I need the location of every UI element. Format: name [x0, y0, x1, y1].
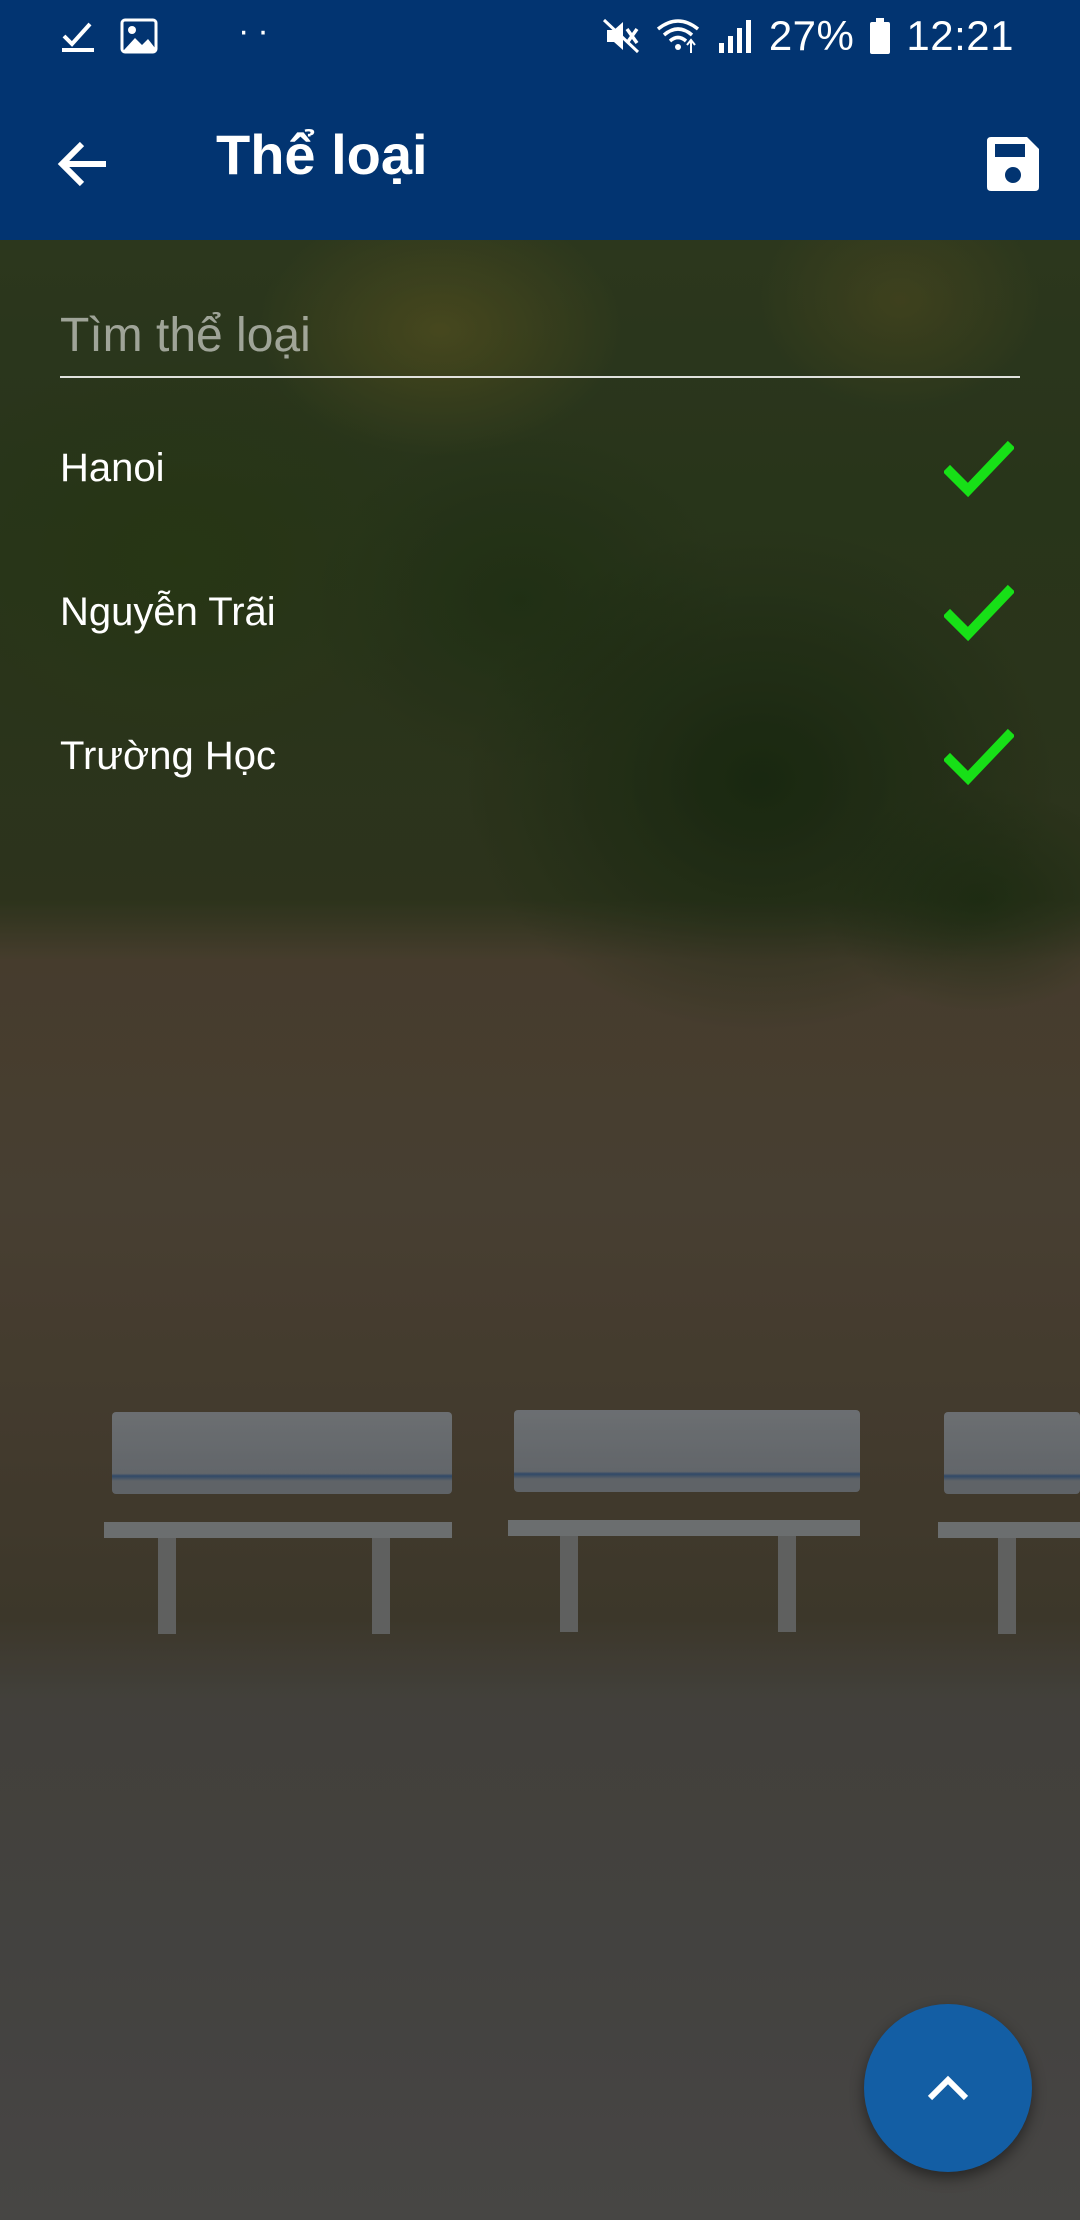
- wifi-icon: [656, 19, 699, 53]
- clock: 12:21: [906, 12, 1014, 59]
- page-title: Thể loại: [216, 123, 428, 186]
- list-item-nguyen-trai[interactable]: Nguyễn Trãi: [0, 544, 1080, 688]
- more-dots-icon: ··: [238, 11, 277, 50]
- check-icon: [944, 584, 1014, 642]
- chevron-up-icon: [927, 2075, 969, 2101]
- status-right-icons: 27% 12:21: [601, 12, 1014, 59]
- list-item-label: Nguyễn Trãi: [60, 590, 276, 634]
- screen: ·· 27% 12:21 Thể loại Tìm thể loại Hanoi…: [0, 0, 1080, 2220]
- check-icon: [944, 728, 1014, 786]
- search-input[interactable]: [60, 300, 1020, 370]
- battery-percent: 27%: [768, 12, 855, 59]
- battery-icon: [870, 18, 891, 54]
- floppy-disk-icon: [987, 137, 1039, 191]
- check-notification-icon: [62, 22, 94, 52]
- save-button[interactable]: [964, 116, 1060, 212]
- back-button[interactable]: [36, 116, 132, 212]
- scroll-to-top-button[interactable]: [864, 2004, 1032, 2172]
- search-field: [60, 300, 1020, 378]
- list-item-label: Hanoi: [60, 446, 165, 490]
- signal-icon: [718, 20, 751, 53]
- arrow-left-icon: [57, 141, 106, 187]
- list-item-truong-hoc[interactable]: Trường Học: [0, 688, 1080, 832]
- category-list: Hanoi Nguyễn Trãi Trường Học: [0, 400, 1080, 832]
- list-item-hanoi[interactable]: Hanoi: [0, 400, 1080, 544]
- image-notification-icon: [120, 18, 158, 54]
- status-bar: ·· 27% 12:21: [0, 0, 1080, 72]
- check-icon: [944, 440, 1014, 498]
- status-left-icons: ··: [60, 11, 277, 58]
- mute-icon: [602, 18, 639, 54]
- list-item-label: Trường Học: [60, 734, 277, 778]
- app-bar: Thể loại: [0, 72, 1080, 240]
